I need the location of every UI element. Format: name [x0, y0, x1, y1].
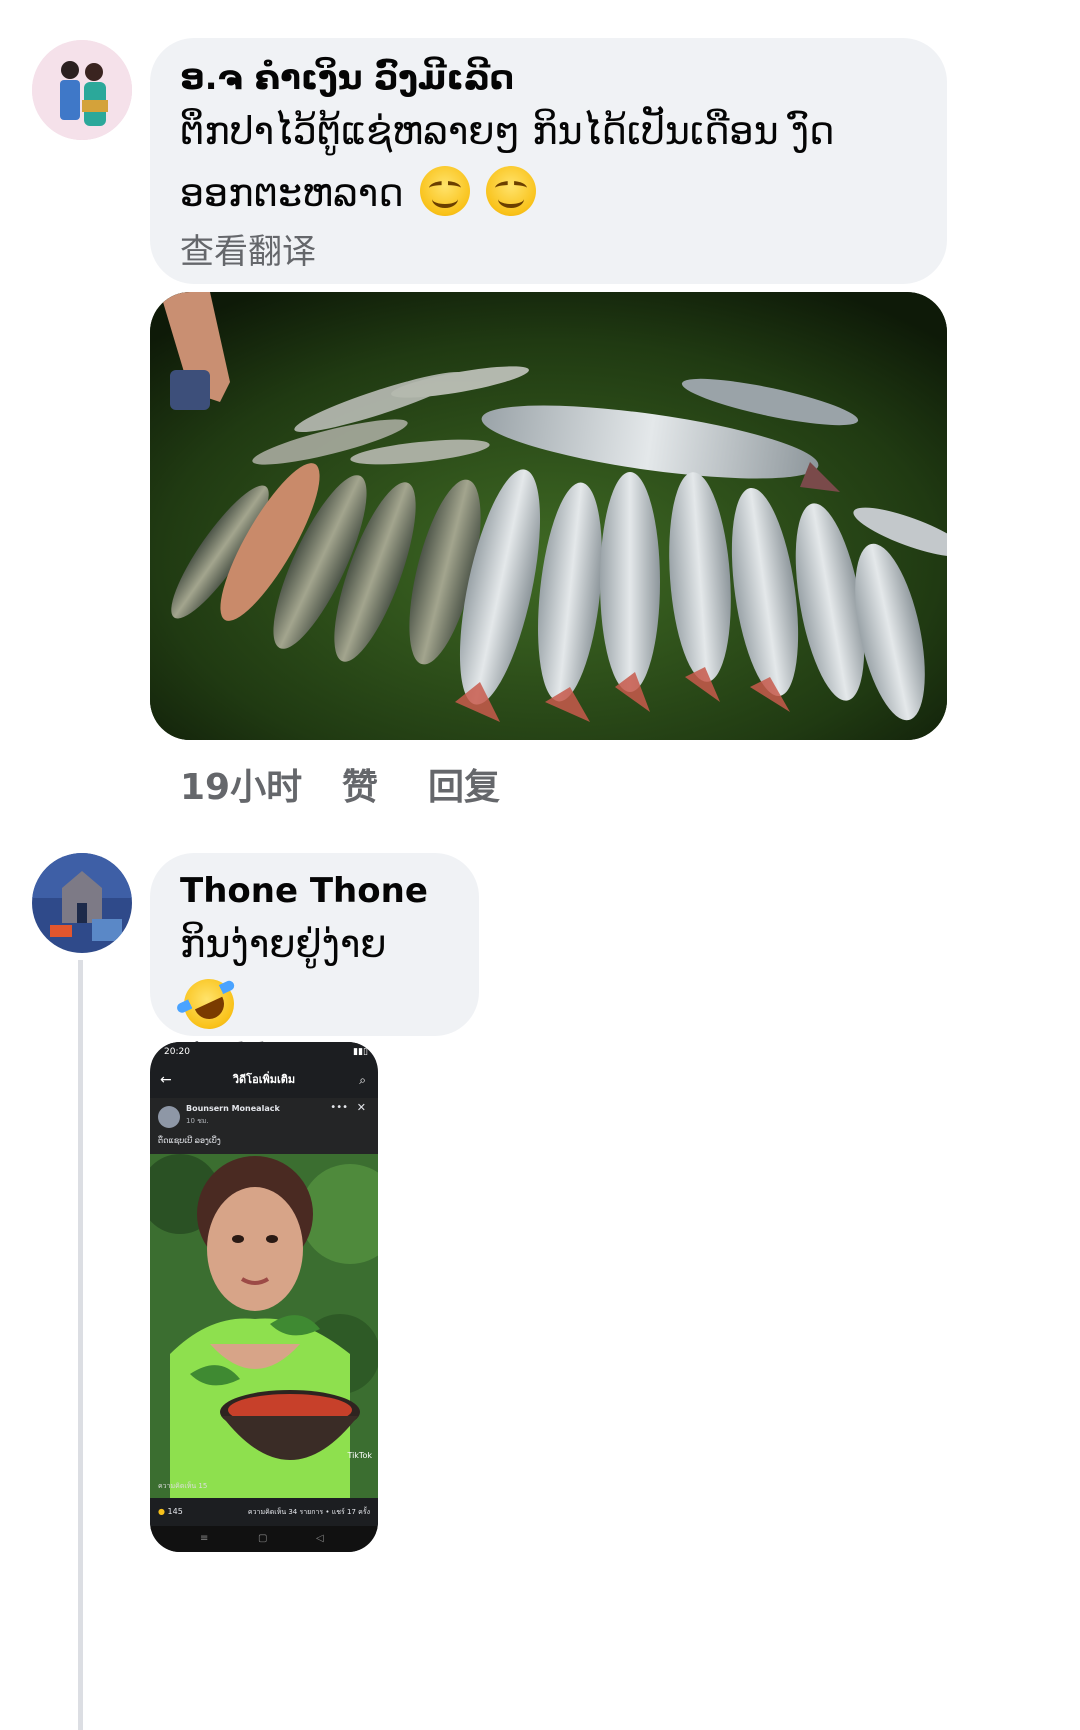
screenshot-nav-bar: ≡ ▢ ◁	[150, 1526, 378, 1552]
comment-1-text-line2-content: ອອກຕະຫລາດ	[180, 171, 404, 215]
signal-icon: ▮▮▯	[353, 1047, 368, 1057]
screenshot-tiktok-label: TikTok	[347, 1451, 372, 1460]
screenshot-reaction-count: 145	[167, 1507, 183, 1516]
comment-1-reply-button[interactable]: 回复	[428, 758, 500, 810]
comment-1-author[interactable]: ອ.ຈ ຄຳເງິນ ວົງມີເລີດ	[180, 56, 917, 100]
avatar-monument-image	[32, 853, 132, 953]
comment-2-author[interactable]: Thone Thone	[180, 869, 449, 913]
screenshot-caption: ຕຶດແຊບເບີ ລອງເບິ່ງ	[158, 1136, 221, 1145]
rolling-laughing-emoji	[175, 970, 243, 1038]
comment-1-like-button[interactable]: 赞	[342, 758, 378, 810]
reactions-icon: ●	[158, 1507, 165, 1516]
screenshot-footer: ● 145 ความคิดเห็น 34 รายการ • แชร์ 17 คร…	[150, 1498, 378, 1526]
comment-2-bubble: Thone Thone ກິນງ່າຍຢູ່ງ່າຍ 查看翻译	[150, 853, 479, 1079]
screenshot-comment-hint: ความคิดเห็น 15	[158, 1482, 208, 1490]
nav-back-icon: ◁	[316, 1533, 324, 1544]
comment-2-screenshot-attachment[interactable]: 20:20 ▮▮▯ ← วิดีโอเพิ่มเติม ⌕ Bounsern M…	[150, 1042, 378, 1552]
screenshot-header: ← วิดีโอเพิ่มเติม ⌕	[150, 1064, 378, 1096]
screenshot-clock: 20:20	[164, 1047, 190, 1057]
back-arrow-icon: ←	[160, 1072, 172, 1088]
home-icon: ▢	[258, 1533, 268, 1544]
reply-thread-line	[78, 960, 83, 1730]
screenshot-poster-avatar	[158, 1106, 180, 1128]
comment-1-avatar[interactable]	[32, 40, 132, 140]
screenshot-video-frame: TikTok ความคิดเห็น 15	[150, 1154, 378, 1498]
screenshot-poster-name: Bounsern Monealack	[186, 1104, 280, 1113]
comment-1-text-line1: ຕຶກປາໄວ້ຕູ້ແຊ່ຫລາຍໆ ກິນໄດ້ເປັນເດືອນ ງົດ	[180, 109, 835, 153]
screenshot-stats: ความคิดเห็น 34 รายการ • แชร์ 17 ครั้ง	[247, 1508, 370, 1516]
recent-apps-icon: ≡	[200, 1533, 209, 1544]
comment-1-bubble: ອ.ຈ ຄຳເງິນ ວົງມີເລີດ ຕຶກປາໄວ້ຕູ້ແຊ່ຫລາຍໆ…	[150, 38, 947, 284]
more-options-icon: •••	[330, 1102, 348, 1113]
comment-1-time: 19小时	[180, 767, 303, 808]
screenshot-header-title: วิดีโอเพิ่มเติม	[232, 1073, 296, 1086]
search-icon: ⌕	[359, 1073, 366, 1087]
smiling-face-emoji	[485, 166, 536, 216]
comment-2-text: ກິນງ່າຍຢູ່ງ່າຍ	[175, 913, 449, 1038]
comment-2-text-content: ກິນງ່າຍຢູ່ງ່າຍ	[180, 922, 387, 966]
screenshot-poster-time: 10 ชม.	[186, 1117, 209, 1125]
comment-1-fish-photo[interactable]	[150, 292, 947, 740]
close-icon: ✕	[356, 1101, 366, 1114]
avatar-couple-image	[32, 40, 132, 140]
comment-2-avatar[interactable]	[32, 853, 132, 953]
comment-1-translate-link[interactable]: 查看翻译	[180, 230, 917, 274]
smiling-face-emoji	[419, 166, 470, 216]
screenshot-post-header: Bounsern Monealack 10 ชม. ••• ✕ ຕຶດແຊບເບ…	[150, 1098, 378, 1154]
screenshot-status-bar: 20:20 ▮▮▯	[150, 1042, 378, 1062]
woman-holding-bowl-image	[150, 1154, 378, 1498]
comment-1-text-line2: ອອກຕະຫລາດ	[180, 162, 917, 224]
fish-photo-image	[150, 292, 947, 740]
